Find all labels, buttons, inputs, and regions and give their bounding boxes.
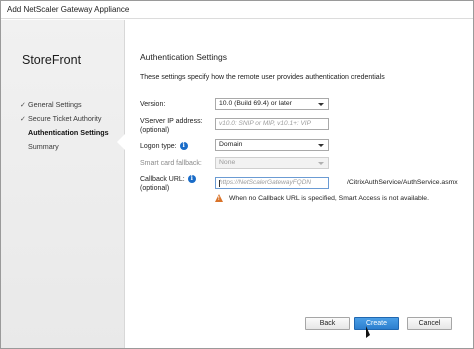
page-title: Authentication Settings (140, 52, 227, 62)
step-general-settings[interactable]: ✓ General Settings (20, 98, 109, 112)
text-cursor (219, 180, 220, 187)
callback-url-suffix: /CitrixAuthService/AuthService.asmx (347, 179, 458, 186)
chevron-down-icon (318, 144, 324, 147)
create-button[interactable]: Create (354, 317, 399, 330)
step-label: Secure Ticket Authority (28, 114, 102, 123)
mouse-pointer-icon (366, 326, 370, 338)
callback-url-placeholder: https://NetScalerGatewayFQDN (219, 179, 312, 186)
current-step-pointer (117, 134, 125, 150)
version-select[interactable]: 10.0 (Build 69.4) or later (215, 98, 329, 110)
cancel-button[interactable]: Cancel (407, 317, 452, 330)
logon-type-label: Logon type: i (140, 142, 188, 151)
wizard-sidebar: StoreFront ✓ General Settings ✓ Secure Tic… (1, 20, 125, 348)
vserver-label-line1: VServer IP address: (140, 118, 203, 125)
page-description: These settings specify how the remote us… (140, 74, 385, 81)
step-label: Summary (28, 142, 59, 151)
version-value: 10.0 (Build 69.4) or later (219, 100, 292, 107)
vserver-label-optional: (optional) (140, 127, 170, 134)
chevron-down-icon (318, 162, 324, 165)
warning-icon (215, 194, 223, 202)
title-bar: Add NetScaler Gateway Appliance (1, 1, 473, 19)
logon-type-label-text: Logon type: (140, 143, 177, 150)
smart-card-label: Smart card fallback: (140, 160, 202, 167)
callback-url-input[interactable]: https://NetScalerGatewayFQDN (215, 177, 329, 189)
info-icon[interactable]: i (179, 142, 188, 151)
checkmark-icon: ✓ (20, 116, 26, 123)
vserver-label: VServer IP address: (optional) (140, 117, 203, 135)
callback-url-label: Callback URL: i (optional) (140, 175, 196, 193)
smart-card-select: None (215, 157, 329, 169)
vserver-ip-placeholder: v10.0: SNIP or MIP, v10.1+: VIP (219, 120, 311, 127)
step-secure-ticket-authority[interactable]: ✓ Secure Ticket Authority (20, 112, 109, 126)
step-authentication-settings[interactable]: Authentication Settings (20, 126, 109, 140)
info-icon[interactable]: i (187, 175, 196, 184)
step-label: General Settings (28, 100, 82, 109)
logon-type-select[interactable]: Domain (215, 139, 329, 151)
warning-text: When no Callback URL is specified, Smart… (229, 194, 429, 202)
chevron-down-icon (318, 103, 324, 106)
wizard-steps: ✓ General Settings ✓ Secure Ticket Authori… (20, 98, 109, 154)
callback-url-label-text: Callback URL: (140, 176, 185, 183)
version-label: Version: (140, 101, 166, 108)
checkmark-icon: ✓ (20, 102, 26, 109)
smart-card-value: None (219, 159, 236, 166)
callback-url-label-optional: (optional) (140, 185, 170, 192)
logon-type-value: Domain (219, 141, 243, 148)
back-button[interactable]: Back (305, 317, 350, 330)
dialog-window: Add NetScaler Gateway Appliance StoreFro… (0, 0, 474, 349)
sidebar-heading: StoreFront (22, 53, 82, 67)
window-title: Add NetScaler Gateway Appliance (7, 5, 130, 14)
step-summary[interactable]: Summary (20, 140, 109, 154)
callback-warning: When no Callback URL is specified, Smart… (215, 194, 429, 202)
step-label: Authentication Settings (28, 128, 109, 137)
main-panel: Authentication Settings These settings s… (126, 20, 473, 348)
vserver-ip-input[interactable]: v10.0: SNIP or MIP, v10.1+: VIP (215, 118, 329, 130)
